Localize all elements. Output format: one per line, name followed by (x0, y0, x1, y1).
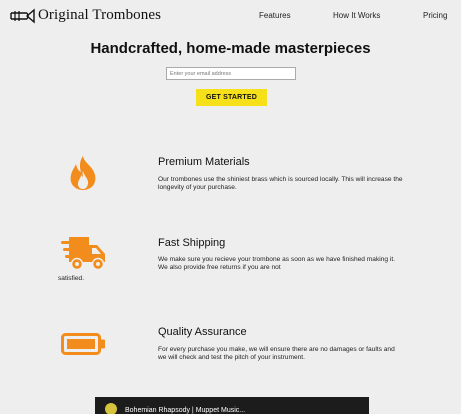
email-field[interactable] (166, 67, 296, 80)
shipping-truck-icon (61, 237, 106, 276)
feature-desc-fast-shipping: We make sure you recieve your trombone a… (158, 256, 396, 272)
video-title[interactable]: Bohemian Rhapsody | Muppet Music... (125, 407, 245, 414)
trombone-logo-icon (10, 7, 35, 24)
feature-overflow-text: satisfied. (58, 275, 85, 282)
feature-title-premium-materials: Premium Materials (158, 156, 250, 168)
get-started-button[interactable]: GET STARTED (196, 89, 267, 106)
feature-desc-premium-materials: Our trombones use the shiniest brass whi… (158, 176, 403, 192)
channel-avatar (105, 403, 117, 414)
nav-link-how-it-works[interactable]: How It Works (333, 11, 380, 20)
feature-title-quality-assurance: Quality Assurance (158, 326, 247, 338)
logo[interactable]: Original Trombones (10, 7, 161, 24)
flame-icon (67, 156, 100, 196)
embedded-video[interactable]: Bohemian Rhapsody | Muppet Music... (95, 397, 369, 414)
battery-icon (61, 333, 106, 360)
feature-desc-quality-assurance: For every purchase you make, we will ens… (158, 346, 395, 362)
nav-link-pricing[interactable]: Pricing (423, 11, 447, 20)
nav-link-features[interactable]: Features (259, 11, 291, 20)
hero-title: Handcrafted, home-made masterpieces (90, 40, 371, 57)
brand-name: Original Trombones (38, 7, 162, 23)
site-header: Original Trombones Features How It Works… (0, 0, 461, 34)
feature-title-fast-shipping: Fast Shipping (158, 237, 226, 249)
